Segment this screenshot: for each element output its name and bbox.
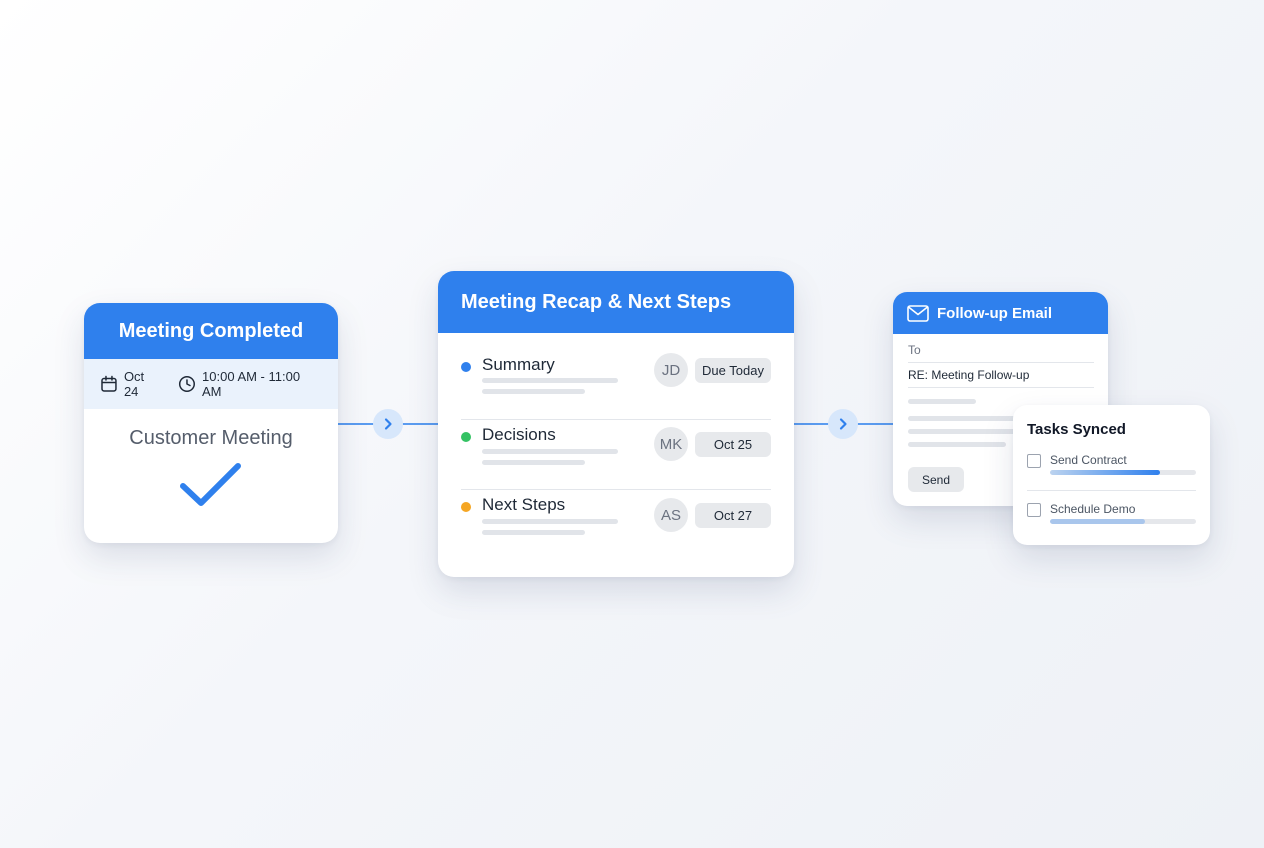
meeting-recap-card[interactable]: Meeting Recap & Next Steps Summary JD Du… xyxy=(438,271,794,577)
email-card-header: Follow-up Email xyxy=(893,292,1108,334)
calendar-icon xyxy=(101,375,117,392)
divider xyxy=(1027,490,1196,491)
meeting-date-text: Oct 24 xyxy=(123,369,145,399)
progress-fill xyxy=(1050,519,1145,524)
recap-card-header: Meeting Recap & Next Steps xyxy=(438,271,794,333)
text-placeholder-line xyxy=(482,530,585,535)
divider xyxy=(908,362,1094,363)
task-label: Send Contract xyxy=(1050,453,1127,467)
connector-node-1 xyxy=(373,409,403,439)
task-checkbox[interactable] xyxy=(1027,503,1041,517)
status-dot xyxy=(461,362,471,372)
recap-row-next-steps[interactable]: Next Steps AS Oct 27 xyxy=(461,489,771,559)
email-subject[interactable]: RE: Meeting Follow-up xyxy=(908,368,1029,382)
mail-icon xyxy=(907,304,929,322)
task-label: Schedule Demo xyxy=(1050,502,1136,516)
meeting-completed-card[interactable]: Meeting Completed Oct 24 10:00 AM - 11:0… xyxy=(84,303,338,543)
divider xyxy=(908,387,1094,388)
recap-row-decisions[interactable]: Decisions MK Oct 25 xyxy=(461,419,771,490)
meeting-meta-row: Oct 24 10:00 AM - 11:00 AM xyxy=(84,359,338,409)
email-to-label[interactable]: To xyxy=(908,343,921,357)
due-badge: Oct 27 xyxy=(695,503,771,528)
avatar: MK xyxy=(654,427,688,461)
progress-fill xyxy=(1050,470,1160,475)
connector-node-2 xyxy=(828,409,858,439)
tasks-title: Tasks Synced xyxy=(1027,421,1126,438)
status-dot xyxy=(461,502,471,512)
clock-icon xyxy=(179,375,196,393)
text-placeholder-line xyxy=(482,389,585,394)
text-placeholder-line xyxy=(908,399,976,404)
recap-row-label: Summary xyxy=(482,355,555,374)
text-placeholder-line xyxy=(908,442,1006,447)
text-placeholder-line xyxy=(908,429,1028,434)
progress-bar xyxy=(1050,470,1196,475)
text-placeholder-line xyxy=(482,449,618,454)
text-placeholder-line xyxy=(482,519,618,524)
text-placeholder-line xyxy=(482,378,618,383)
meeting-date: Oct 24 xyxy=(100,369,162,399)
recap-row-label: Next Steps xyxy=(482,495,566,514)
meeting-time: 10:00 AM - 11:00 AM xyxy=(178,369,322,399)
avatar: AS xyxy=(654,498,688,532)
avatar: JD xyxy=(654,353,688,387)
meeting-card-header: Meeting Completed xyxy=(84,303,338,359)
meeting-title: Customer Meeting xyxy=(129,427,293,449)
checkmark-icon xyxy=(180,463,241,506)
email-card-title: Follow-up Email xyxy=(937,304,1052,322)
progress-bar xyxy=(1050,519,1196,524)
due-badge: Due Today xyxy=(695,358,771,383)
tasks-synced-card[interactable]: Tasks Synced Send Contract Schedule Demo xyxy=(1013,405,1210,545)
text-placeholder-line xyxy=(482,460,585,465)
chevron-right-icon xyxy=(839,418,847,430)
recap-row-summary[interactable]: Summary JD Due Today xyxy=(461,349,771,420)
status-dot xyxy=(461,432,471,442)
recap-row-label: Decisions xyxy=(482,425,556,444)
meeting-time-text: 10:00 AM - 11:00 AM xyxy=(202,369,301,399)
send-button[interactable]: Send xyxy=(908,467,964,492)
task-checkbox[interactable] xyxy=(1027,454,1041,468)
due-badge: Oct 25 xyxy=(695,432,771,457)
text-placeholder-line xyxy=(908,416,1028,421)
chevron-right-icon xyxy=(384,418,392,430)
check-wrap xyxy=(84,460,338,510)
